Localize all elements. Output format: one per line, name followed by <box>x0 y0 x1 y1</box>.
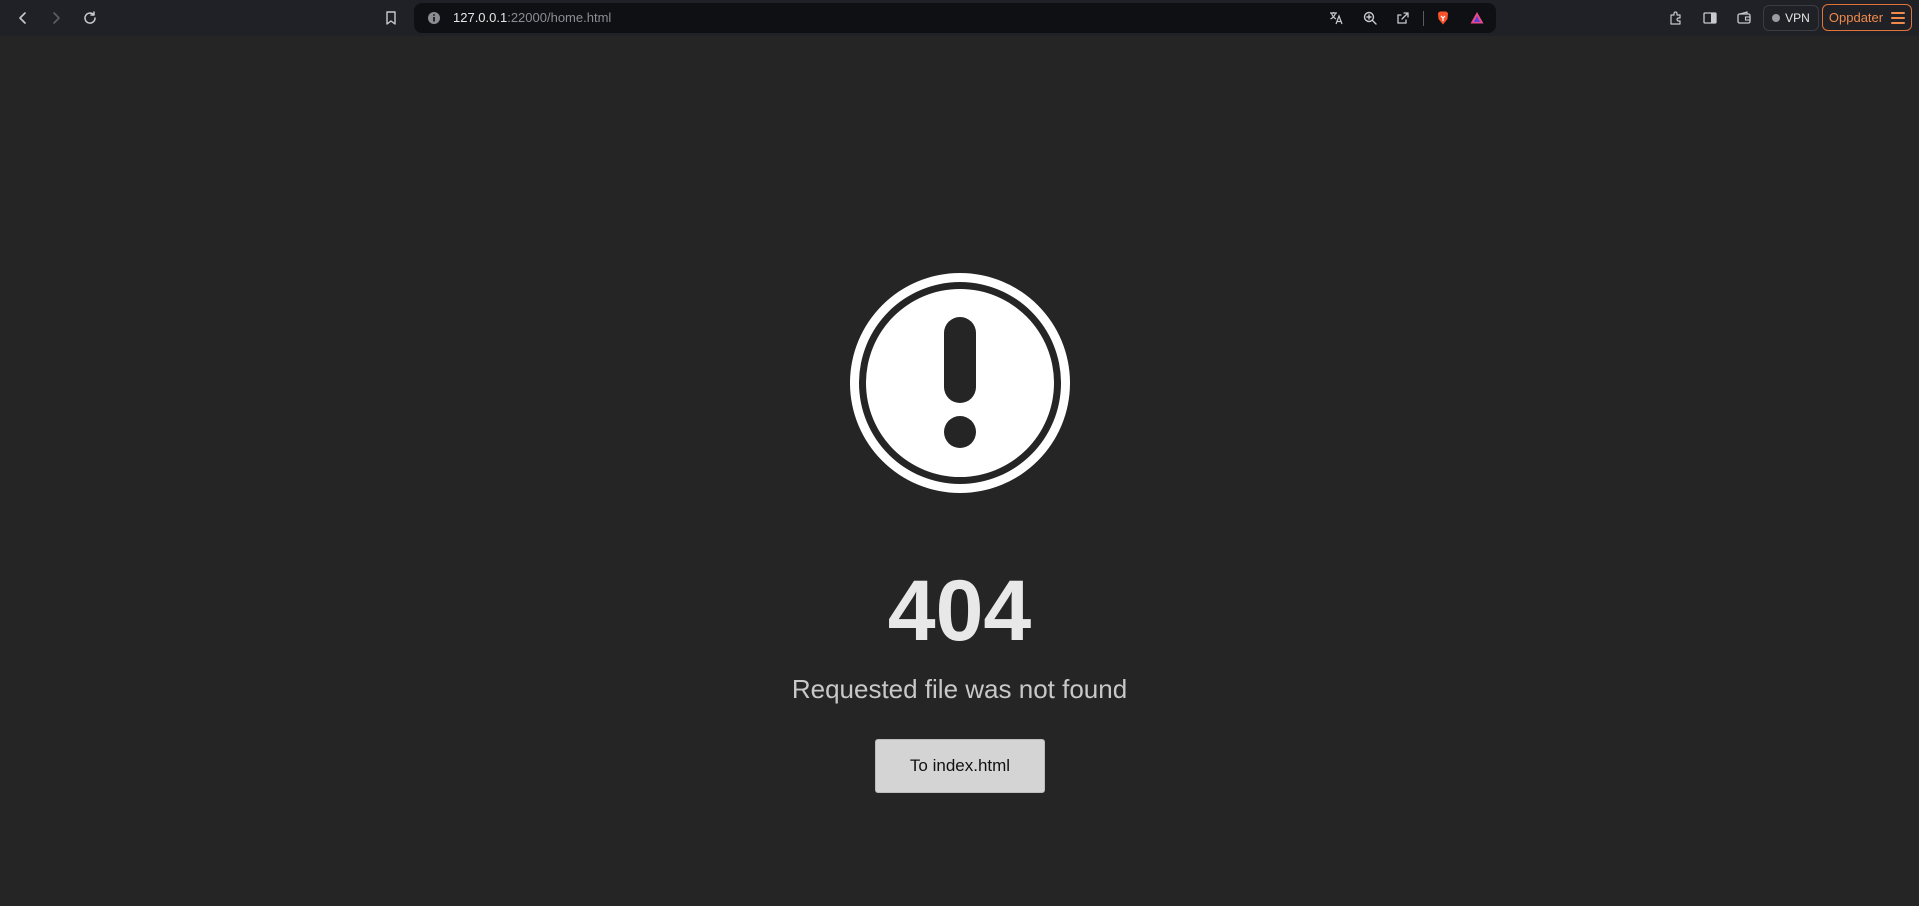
vpn-status-icon <box>1772 14 1781 22</box>
address-bar[interactable]: 127.0.0.1:22000/home.html <box>414 3 1496 33</box>
wallet-icon <box>1737 11 1751 24</box>
extensions-button[interactable] <box>1664 6 1688 30</box>
share-icon <box>1397 12 1409 24</box>
back-icon <box>19 12 26 24</box>
sidebar-icon <box>1703 12 1717 24</box>
site-info-button[interactable] <box>423 7 445 29</box>
error-message: Requested file was not found <box>791 674 1128 704</box>
brave-shields-button[interactable] <box>1432 7 1454 29</box>
forward-icon <box>53 12 60 24</box>
to-index-button[interactable]: To index.html <box>875 739 1045 793</box>
brave-rewards-button[interactable] <box>1466 7 1488 29</box>
translate-button[interactable] <box>1325 7 1347 29</box>
url-host: 127.0.0.1 <box>453 10 508 25</box>
zoom-button[interactable] <box>1359 7 1381 29</box>
error-code: 404 <box>887 563 1032 659</box>
url-path: :22000/home.html <box>507 10 612 25</box>
brave-rewards-icon <box>1470 12 1484 24</box>
exclamation-circle-icon <box>850 273 1070 493</box>
url-text[interactable]: 127.0.0.1:22000/home.html <box>453 11 611 25</box>
forward-button[interactable] <box>44 6 68 30</box>
reload-button[interactable] <box>78 6 102 30</box>
bookmark-button[interactable] <box>379 6 403 30</box>
update-button[interactable]: Oppdater <box>1822 4 1912 31</box>
extensions-icon <box>1670 11 1681 25</box>
sidebar-button[interactable] <box>1698 6 1722 30</box>
translate-icon <box>1330 12 1343 25</box>
bookmark-icon <box>386 11 396 25</box>
back-button[interactable] <box>11 6 35 30</box>
brave-shields-icon <box>1438 11 1448 25</box>
update-label: Oppdater <box>1828 10 1884 25</box>
address-bar-divider <box>1423 11 1424 26</box>
vpn-label: VPN <box>1785 11 1810 25</box>
site-info-icon <box>428 12 440 24</box>
browser-toolbar: 127.0.0.1:22000/home.html VPN Oppdater <box>0 0 1919 36</box>
vpn-button[interactable]: VPN <box>1763 5 1819 31</box>
menu-icon <box>1891 11 1906 24</box>
share-button[interactable] <box>1392 7 1414 29</box>
page-content: 404 Requested file was not found To inde… <box>0 36 1919 906</box>
wallet-button[interactable] <box>1732 6 1756 30</box>
reload-icon <box>84 11 96 24</box>
zoom-icon <box>1363 11 1377 25</box>
